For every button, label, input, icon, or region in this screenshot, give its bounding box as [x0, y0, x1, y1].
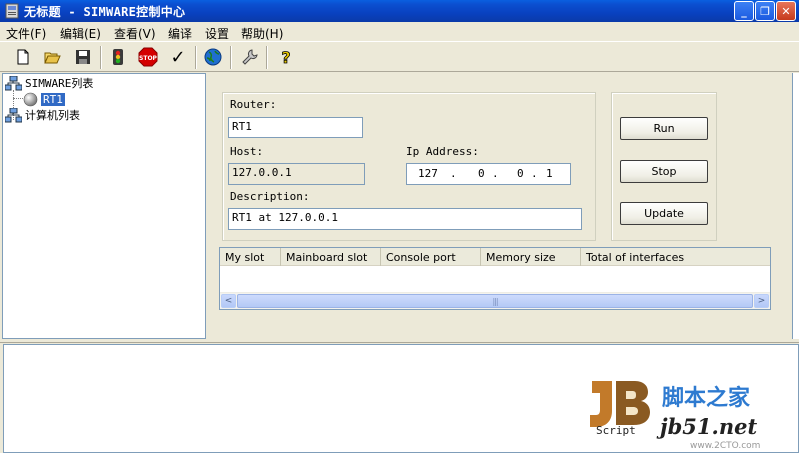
toolbar-separator: [266, 46, 268, 69]
tree-item-simware-list[interactable]: SIMWARE列表: [5, 75, 93, 91]
watermark-cn-text: 脚本之家: [662, 386, 751, 411]
tree-label: SIMWARE列表: [25, 77, 94, 90]
ip-address-label: Ip Address:: [406, 145, 479, 158]
ip-dot: .: [450, 167, 457, 180]
column-memory-size[interactable]: Memory size: [481, 248, 581, 266]
simware-tree[interactable]: SIMWARE列表 RT1 计算机列表: [2, 73, 206, 339]
ip-dot: .: [492, 167, 499, 180]
stop-button[interactable]: Stop: [620, 160, 708, 183]
title-bar[interactable]: 无标题 - SIMWARE控制中心 _ ❐ ✕: [0, 0, 799, 22]
toolbar-separator: [100, 46, 102, 69]
tree-line: [13, 98, 23, 99]
wrench-icon[interactable]: [238, 46, 260, 68]
router-sphere-icon: [23, 92, 38, 106]
stop-icon-label: STOP: [139, 55, 158, 62]
update-button[interactable]: Update: [620, 202, 708, 225]
run-button[interactable]: Run: [620, 117, 708, 140]
host-field[interactable]: 127.0.0.1: [228, 163, 365, 185]
watermark-script-text: Script: [596, 424, 636, 437]
right-pane-edge: [792, 73, 799, 339]
network-icon: [5, 107, 22, 122]
new-file-icon[interactable]: [12, 46, 34, 68]
router-label: Router:: [230, 98, 277, 111]
toolbar-separator: [230, 46, 232, 69]
maximize-button[interactable]: ❐: [755, 1, 775, 21]
interfaces-list[interactable]: My slot Mainboard slot Console port Memo…: [219, 247, 771, 310]
app-icon: [5, 3, 19, 19]
horizontal-scrollbar[interactable]: < ||| >: [220, 292, 770, 309]
open-folder-icon[interactable]: [42, 46, 64, 68]
scroll-right-button[interactable]: >: [754, 294, 769, 308]
menu-file[interactable]: 文件(F): [6, 25, 46, 42]
menu-bar: 文件(F) 编辑(E) 查看(V) 编译 设置 帮助(H): [0, 22, 799, 41]
horizontal-splitter[interactable]: [0, 339, 799, 343]
close-button[interactable]: ✕: [776, 1, 796, 21]
vertical-splitter[interactable]: [206, 73, 210, 339]
menu-settings[interactable]: 设置: [205, 25, 229, 42]
ip-octet-2[interactable]: 0: [478, 167, 485, 180]
network-icon: [5, 75, 22, 90]
menu-compile[interactable]: 编译: [168, 25, 192, 42]
ip-dot: .: [531, 167, 538, 180]
menu-edit[interactable]: 编辑(E): [60, 25, 101, 42]
save-icon[interactable]: [72, 46, 94, 68]
stop-icon[interactable]: STOP: [137, 46, 159, 68]
ip-address-field[interactable]: 127 . 0 . 0 . 1: [406, 163, 571, 185]
ip-octet-3[interactable]: 0: [517, 167, 524, 180]
menu-help[interactable]: 帮助(H): [241, 25, 283, 42]
ip-octet-4[interactable]: 1: [546, 167, 553, 180]
column-my-slot[interactable]: My slot: [220, 248, 281, 266]
watermark-url: jb51.net: [660, 414, 758, 439]
description-field[interactable]: RT1 at 127.0.0.1: [228, 208, 582, 230]
menu-view[interactable]: 查看(V): [114, 25, 156, 42]
toolbar: STOP ✓ ?: [0, 41, 799, 72]
window-title: 无标题 - SIMWARE控制中心: [24, 5, 186, 19]
tree-label: 计算机列表: [25, 109, 80, 122]
traffic-light-icon[interactable]: [107, 46, 129, 68]
scroll-left-button[interactable]: <: [221, 294, 236, 308]
help-icon-glyph: ?: [281, 48, 290, 66]
tree-label-selected: RT1: [41, 92, 65, 106]
host-label: Host:: [230, 145, 264, 158]
toolbar-separator: [195, 46, 197, 69]
list-header: My slot Mainboard slot Console port Memo…: [220, 248, 770, 266]
router-field[interactable]: RT1: [228, 117, 363, 138]
column-console-port[interactable]: Console port: [381, 248, 481, 266]
checkmark-icon[interactable]: ✓: [167, 46, 189, 68]
help-icon[interactable]: ?: [275, 46, 297, 68]
column-total-interfaces[interactable]: Total of interfaces: [581, 248, 770, 266]
column-mainboard-slot[interactable]: Mainboard slot: [281, 248, 381, 266]
description-label: Description:: [230, 190, 310, 203]
tree-item-rt1[interactable]: RT1: [23, 91, 65, 107]
watermark-url-secondary: www.2CTO.com: [690, 441, 761, 451]
tree-item-computer-list[interactable]: 计算机列表: [5, 107, 80, 123]
scroll-thumb[interactable]: |||: [237, 294, 753, 308]
ip-octet-1[interactable]: 127: [418, 167, 438, 180]
minimize-button[interactable]: _: [734, 1, 754, 21]
globe-icon[interactable]: [202, 46, 224, 68]
